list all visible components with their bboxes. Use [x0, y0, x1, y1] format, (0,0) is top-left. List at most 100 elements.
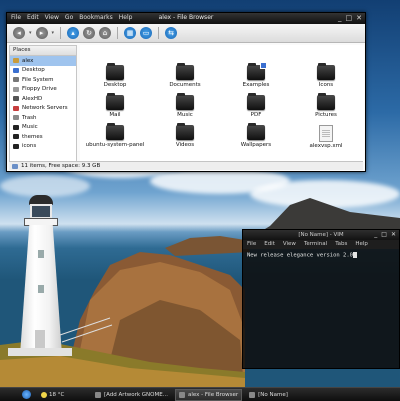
- taskbar-button[interactable]: [Add Artwork GNOME...: [91, 389, 172, 401]
- window-controls: _ □ ✕: [338, 14, 362, 22]
- forward-history-dropdown[interactable]: ▾: [52, 30, 55, 36]
- examples-folder-icon: [247, 62, 267, 80]
- lighthouse-lantern: [30, 204, 52, 219]
- sidebar-item-themes[interactable]: themes: [10, 132, 76, 142]
- window-title: alex - File Browser: [158, 14, 214, 21]
- terminal-menu-terminal[interactable]: Terminal: [304, 240, 327, 249]
- file-item[interactable]: Examples: [221, 62, 291, 88]
- file-item-label: ubuntu-system-panel: [85, 142, 145, 148]
- computer-icon[interactable]: ▭: [140, 27, 153, 39]
- weather-temperature: 18 °C: [49, 391, 65, 398]
- terminal-window[interactable]: [No Name] - VIM _ □ ✕ File Edit View Ter…: [242, 229, 400, 369]
- back-arrow-icon[interactable]: ◂: [13, 27, 25, 39]
- close-button[interactable]: ✕: [356, 14, 362, 22]
- terminal-menu-view[interactable]: View: [283, 240, 296, 249]
- terminal-menu-edit[interactable]: Edit: [264, 240, 275, 249]
- window-icon: [249, 391, 256, 398]
- reload-icon[interactable]: ↻: [83, 27, 96, 39]
- file-browser-titlebar[interactable]: File Edit View Go Bookmarks Help alex - …: [7, 13, 365, 24]
- sidebar-item-label: File System: [22, 76, 54, 83]
- minimize-button[interactable]: _: [338, 14, 342, 22]
- sidebar-item-alex[interactable]: alex: [10, 56, 76, 66]
- sidebar-item-label: AlexHD: [22, 95, 43, 102]
- toolbar-separator: [158, 27, 160, 39]
- sun-icon: [41, 391, 47, 398]
- terminal-close-button[interactable]: ✕: [391, 230, 396, 240]
- file-item-label: PDF: [250, 112, 262, 118]
- up-arrow-icon[interactable]: ▴: [67, 27, 80, 39]
- taskbar-button-label: alex - File Browser: [187, 391, 239, 398]
- sidebar-item-label: Music: [22, 124, 38, 131]
- file-item[interactable]: Videos: [150, 123, 220, 148]
- file-item-label: Examples: [242, 82, 270, 88]
- file-item[interactable]: Pictures: [291, 93, 361, 118]
- sidebar-item-desktop[interactable]: Desktop: [10, 66, 76, 76]
- file-item-label: Documents: [169, 82, 201, 88]
- terminal-menu-tabs[interactable]: Tabs: [335, 240, 347, 249]
- file-item[interactable]: PDF: [221, 93, 291, 118]
- terminal-menu-help[interactable]: Help: [355, 240, 368, 249]
- back-history-dropdown[interactable]: ▾: [29, 30, 32, 36]
- forward-arrow-icon[interactable]: ▸: [35, 27, 48, 39]
- folder-view-icon[interactable]: ▦: [124, 27, 137, 39]
- terminal-line: New release elegance version 2.0: [247, 252, 353, 259]
- alex-place-icon: [13, 58, 19, 64]
- file-item[interactable]: alexvsp.xml: [291, 125, 361, 149]
- sidebar-item-network-servers[interactable]: Network Servers: [10, 104, 76, 114]
- music-place-icon: [13, 124, 19, 130]
- weather-applet[interactable]: 18 °C: [41, 391, 91, 398]
- terminal-titlebar[interactable]: [No Name] - VIM _ □ ✕: [243, 230, 399, 240]
- sidebar-header[interactable]: Places: [10, 46, 76, 56]
- sidebar-item-label: Network Servers: [22, 105, 68, 112]
- places-sidebar: Places alex Desktop File System Floppy Driv…: [9, 45, 77, 162]
- lighthouse-window: [38, 250, 44, 258]
- lighthouse-base: [8, 348, 72, 356]
- terminal-maximize-button[interactable]: □: [381, 230, 387, 240]
- window-icon: [178, 391, 185, 398]
- taskbar-button-label: [Add Artwork GNOME...: [104, 391, 168, 398]
- maximize-button[interactable]: □: [346, 14, 353, 22]
- sidebar-item-label: themes: [22, 133, 43, 140]
- start-menu-icon[interactable]: [22, 390, 31, 399]
- sidebar-item-trash[interactable]: Trash: [10, 113, 76, 123]
- file-item[interactable]: Wallpapers: [221, 123, 291, 148]
- taskbar: 18 °C [Add Artwork GNOME... alex - File B…: [0, 387, 400, 401]
- file-item[interactable]: Desktop: [80, 63, 150, 88]
- file-item[interactable]: Icons: [291, 63, 361, 88]
- file-item[interactable]: Music: [150, 93, 220, 118]
- terminal-menu-file[interactable]: File: [247, 240, 256, 249]
- taskbar-button[interactable]: [No Name]: [245, 389, 292, 401]
- file-item-label: Pictures: [315, 112, 337, 118]
- taskbar-button[interactable]: alex - File Browser: [174, 388, 243, 401]
- file-item[interactable]: ubuntu-system-panel: [80, 123, 150, 148]
- status-text: 11 items, Free space: 9.3 GB: [21, 162, 101, 169]
- sidebar-item-alexhd[interactable]: AlexHD: [10, 94, 76, 104]
- file-item[interactable]: Documents: [150, 63, 220, 88]
- lighthouse-gallery: [24, 218, 58, 226]
- terminal-content[interactable]: New release elegance version 2.0: [243, 249, 399, 262]
- file-browser-window[interactable]: File Edit View Go Bookmarks Help alex - …: [6, 12, 366, 172]
- network-icon[interactable]: ⇆: [165, 27, 178, 39]
- terminal-minimize-button[interactable]: _: [374, 230, 377, 240]
- home-icon[interactable]: ⌂: [99, 27, 112, 39]
- mail-folder-icon: [106, 93, 124, 110]
- sidebar-item-floppy-drive[interactable]: Floppy Drive: [10, 85, 76, 95]
- ubuntu-system-panel-folder-icon: [106, 123, 124, 140]
- file-item[interactable]: Mail: [80, 93, 150, 118]
- sidebar-item-label: Floppy Drive: [22, 86, 57, 93]
- lighthouse-door: [35, 330, 45, 350]
- toolbar-separator: [117, 27, 119, 39]
- sidebar-item-icons[interactable]: icons: [10, 142, 76, 152]
- network-servers-place-icon: [13, 105, 19, 111]
- file-item-label: Wallpapers: [240, 142, 272, 148]
- file-item-label: Icons: [318, 82, 334, 88]
- xml-file-icon: [319, 125, 333, 142]
- status-bar: 11 items, Free space: 9.3 GB: [9, 161, 363, 170]
- pictures-folder-icon: [317, 93, 335, 110]
- terminal-menubar: File Edit View Terminal Tabs Help: [243, 240, 399, 249]
- videos-folder-icon: [176, 123, 194, 140]
- sidebar-item-file-system[interactable]: File System: [10, 75, 76, 85]
- terminal-window-controls: _ □ ✕: [374, 230, 396, 240]
- sidebar-item-music[interactable]: Music: [10, 123, 76, 133]
- link-emblem-icon: [260, 62, 267, 69]
